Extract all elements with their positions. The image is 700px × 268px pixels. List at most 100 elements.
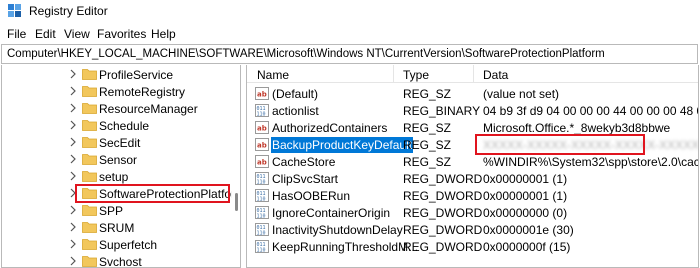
value-data: 0x00000000 (0) [483,206,568,220]
value-name: InactivityShutdownDelay [272,223,403,237]
value-name: KeepRunningThresholdM... [272,240,419,254]
list-row[interactable]: 011 110 IgnoreContainerOrigin REG_DWORD 0x00… [247,204,698,221]
folder-icon [82,205,97,216]
svg-text:110: 110 [257,231,266,237]
registry-editor-icon [8,4,21,17]
tree-item[interactable]: Sensor [2,151,232,168]
list-row[interactable]: ab (Default) REG_SZ (value not set) [247,85,698,102]
list-row[interactable]: 011 110 KeepRunningThresholdM... REG_DWORD 0… [247,238,698,255]
tree-scrollbar[interactable] [232,65,240,267]
column-header-name[interactable]: Name [257,68,289,82]
list-row[interactable]: ab AuthorizedContainers REG_SZ Microsoft.Of… [247,119,698,136]
value-type: REG_SZ [403,155,452,169]
tree-item-label: RemoteRegistry [99,85,186,99]
list-row[interactable]: 011 110 HasOOBERun REG_DWORD 0x00000001 (1) [247,187,698,204]
tree-item[interactable]: SoftwareProtectionPlatform [2,185,240,202]
chevron-right-icon[interactable] [68,205,78,215]
chevron-right-icon[interactable] [68,222,78,232]
value-name: ClipSvcStart [272,172,339,186]
key-tree-pane[interactable]: ProfileService RemoteRegistry ResourceMana… [1,65,241,268]
chevron-right-icon[interactable] [68,256,78,266]
svg-text:110: 110 [257,197,266,203]
menu-view[interactable]: View [64,27,90,41]
menu-help[interactable]: Help [151,27,176,41]
folder-icon [82,171,97,182]
value-name: HasOOBERun [272,189,351,203]
tree-item-label: SecEdit [99,136,141,150]
window-title: Registry Editor [29,4,108,18]
chevron-right-icon[interactable] [68,86,78,96]
folder-icon [82,120,97,131]
svg-text:ab: ab [257,125,267,133]
svg-text:110: 110 [257,214,266,220]
value-type: REG_DWORD [403,240,483,254]
binary-value-icon: 011110 [255,223,269,236]
tree-item[interactable]: RemoteRegistry [2,83,232,100]
folder-icon [82,137,97,148]
tree-item[interactable]: Superfetch [2,236,232,253]
address-path: Computer\HKEY_LOCAL_MACHINE\SOFTWARE\Mic… [7,48,605,60]
tree-item[interactable]: SecEdit [2,134,232,151]
tree-item[interactable]: SRUM [2,219,232,236]
chevron-right-icon[interactable] [68,188,78,198]
chevron-right-icon[interactable] [68,69,78,79]
tree-item-label: Sensor [99,153,138,167]
tree-item[interactable]: Schedule [2,117,232,134]
tree-item-label: ResourceManager [99,102,198,116]
menu-favorites[interactable]: Favorites [97,27,146,41]
folder-icon [82,256,97,267]
string-value-icon: ab [255,138,269,151]
folder-icon [82,86,97,97]
list-row[interactable]: ab BackupProductKeyDefault REG_SZ XXXXX-XXX… [247,136,699,153]
value-type: REG_SZ [403,87,452,101]
scrollbar-thumb[interactable] [235,193,238,211]
value-type: REG_DWORD [403,172,483,186]
tree-item[interactable]: ProfileService [2,66,232,83]
tree-item-label: ProfileService [99,68,174,82]
column-divider[interactable] [473,65,474,83]
folder-icon [82,103,97,114]
value-name: AuthorizedContainers [272,121,388,135]
string-value-icon: ab [255,121,269,134]
binary-value-icon: 011110 [255,189,269,202]
column-divider[interactable] [393,65,394,83]
chevron-right-icon[interactable] [68,239,78,249]
tree-item-label: SRUM [99,221,135,235]
menu-edit[interactable]: Edit [35,27,56,41]
value-data: 04 b9 3f d9 04 00 00 00 44 00 00 00 48 0… [483,104,698,118]
list-row[interactable]: 011 110 ClipSvcStart REG_DWORD 0x00000001 (1… [247,170,698,187]
value-type: REG_BINARY [403,104,481,118]
list-row[interactable]: 011 110 actionlist REG_BINARY 04 b9 3f d9 04… [247,102,698,119]
svg-text:ab: ab [257,142,267,150]
value-name: (Default) [272,87,319,101]
list-row[interactable]: ab CacheStore REG_SZ %WINDIR%\System32\spp\… [247,153,698,170]
value-data: 0x00000001 (1) [483,189,568,203]
tree-item[interactable]: setup [2,168,232,185]
binary-value-icon: 011110 [255,206,269,219]
chevron-right-icon[interactable] [68,154,78,164]
address-bar[interactable]: Computer\HKEY_LOCAL_MACHINE\SOFTWARE\Mic… [1,44,698,64]
value-data: XXXXX-XXXXX-XXXXX-XXXXX-XXXXX [483,138,699,152]
column-header-data[interactable]: Data [483,68,508,82]
tree-item-label: Superfetch [99,238,158,252]
menu-file[interactable]: File [7,27,26,41]
tree-item-label: Svchost [99,255,142,268]
chevron-right-icon[interactable] [68,137,78,147]
column-header-type[interactable]: Type [403,68,429,82]
svg-text:110: 110 [257,112,266,118]
value-type: REG_SZ [403,138,452,152]
tree-item[interactable]: Svchost [2,253,232,268]
value-data: (value not set) [483,87,560,101]
chevron-right-icon[interactable] [68,103,78,113]
chevron-right-icon[interactable] [68,120,78,130]
tree-item[interactable]: ResourceManager [2,100,232,117]
values-list-pane[interactable]: Name Type Data ab (Default) REG_SZ (value n… [246,65,699,268]
string-value-icon: ab [255,155,269,168]
svg-text:110: 110 [257,180,266,186]
value-type: REG_DWORD [403,189,483,203]
list-row[interactable]: 011 110 InactivityShutdownDelay REG_DWORD 0x… [247,221,698,238]
tree-item[interactable]: SPP [2,202,232,219]
value-data: 0x00000001 (1) [483,172,568,186]
chevron-right-icon[interactable] [68,171,78,181]
tree-item-label: SPP [99,204,124,218]
